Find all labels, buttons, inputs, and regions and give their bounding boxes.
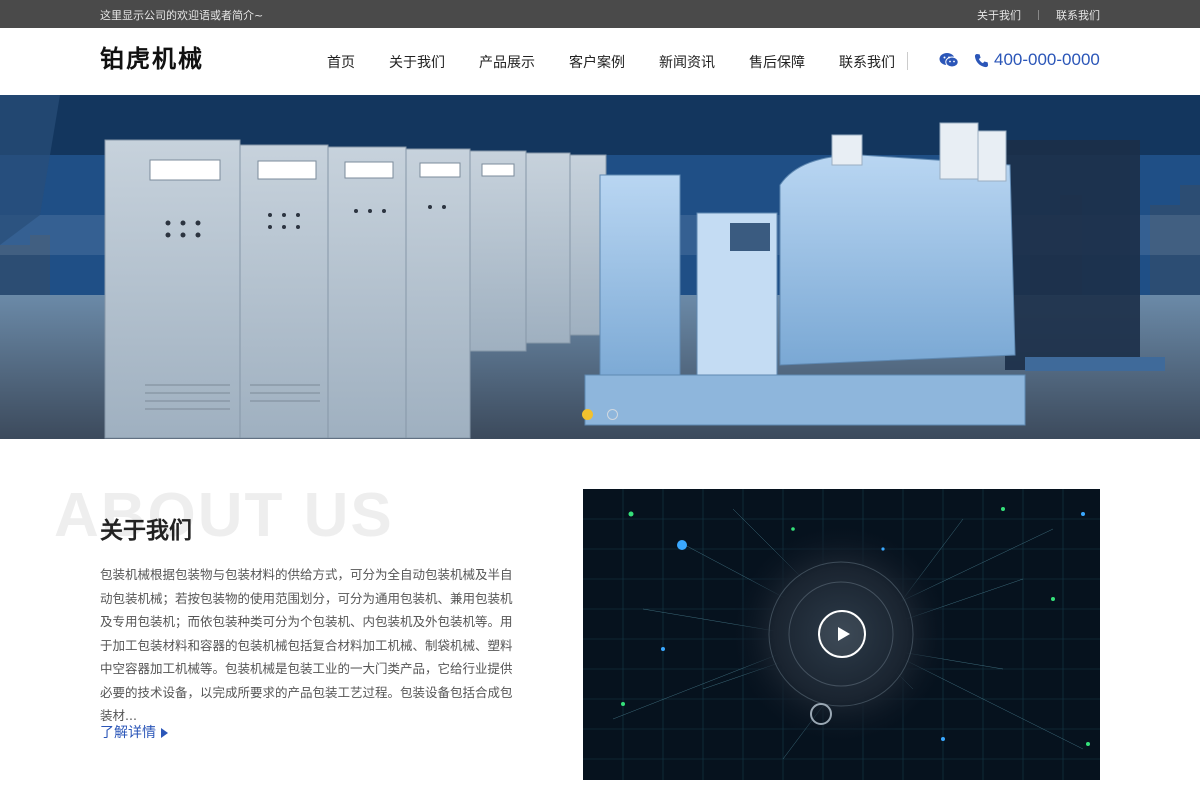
welcome-text: 这里显示公司的欢迎语或者简介~ [100,9,264,22]
nav-item-products[interactable]: 产品展示 [479,52,535,72]
phone-number[interactable]: 400-000-0000 [994,50,1100,70]
wechat-icon[interactable] [939,52,959,68]
about-body: 包装机械根据包装物与包装材料的供给方式，可分为全自动包装机械及半自动包装机械；若… [100,567,513,723]
top-link-divider [1038,10,1039,20]
main-nav: 首页 关于我们 产品展示 客户案例 新闻资讯 售后保障 联系我们 [310,52,929,72]
hero-banner [0,95,1200,439]
learn-more-label: 了解详情 [100,725,156,741]
nav-item-home[interactable]: 首页 [327,52,355,72]
phone-icon [974,53,989,68]
top-links: 关于我们 联系我们 [977,7,1100,23]
about-title: 关于我们 [100,518,192,544]
top-bar: 这里显示公司的欢迎语或者简介~ 关于我们 联系我们 [0,0,1200,28]
nav-item-service[interactable]: 售后保障 [749,52,805,72]
slider-dot-1[interactable] [582,409,593,420]
caret-right-icon [161,727,168,738]
nav-item-cases[interactable]: 客户案例 [569,52,625,72]
slider-dots [582,409,632,420]
slider-dot-2[interactable] [607,409,618,420]
nav-item-contact[interactable]: 联系我们 [839,52,895,72]
site-logo[interactable]: 铂虎机械 [100,39,204,74]
nav-item-about[interactable]: 关于我们 [389,52,445,72]
top-link-about[interactable]: 关于我们 [977,7,1021,23]
banner-image [0,95,1200,439]
play-icon [838,627,850,641]
header: 铂虎机械 首页 关于我们 产品展示 客户案例 新闻资讯 售后保障 联系我们 40… [0,28,1200,95]
learn-more-link[interactable]: 了解详情 [100,722,168,742]
nav-divider [907,52,908,70]
top-link-contact[interactable]: 联系我们 [1056,7,1100,23]
play-button[interactable] [818,610,866,658]
nav-item-news[interactable]: 新闻资讯 [659,52,715,72]
